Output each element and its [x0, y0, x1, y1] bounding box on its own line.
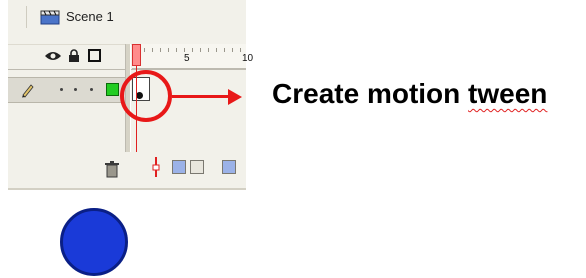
clapperboard-icon[interactable] — [40, 9, 60, 25]
ruler-tick — [208, 48, 209, 52]
pencil-icon — [22, 84, 34, 98]
visibility-dot[interactable] — [60, 88, 63, 91]
lock-icon[interactable] — [68, 49, 80, 63]
center-frame-icon[interactable] — [152, 157, 160, 177]
trash-icon[interactable] — [104, 160, 120, 178]
outline-icon[interactable] — [88, 49, 101, 62]
callout-arrow-line — [172, 95, 230, 98]
ruler-tick — [232, 48, 233, 52]
onion-skin-outlines-icon[interactable] — [190, 160, 204, 174]
scene-bar-separator — [26, 6, 27, 28]
ruler-tick — [192, 48, 193, 52]
lock-dot[interactable] — [74, 88, 77, 91]
ruler-tick — [144, 48, 145, 52]
keyframe-highlight-ring — [120, 70, 172, 122]
callout-text-main: Create motion — [272, 78, 469, 109]
ruler-label-10: 10 — [242, 53, 254, 64]
ruler-tick — [224, 48, 225, 52]
layer-color-swatch[interactable] — [106, 83, 119, 96]
blue-circle-object[interactable] — [60, 208, 128, 276]
edit-multiple-frames-icon[interactable] — [222, 160, 236, 174]
onion-skin-icon[interactable] — [172, 160, 186, 174]
callout-text: Create motion tween — [272, 78, 547, 110]
ruler-label-5: 5 — [184, 53, 190, 64]
ruler-tick — [200, 48, 201, 52]
playhead[interactable] — [132, 44, 141, 66]
eye-icon[interactable] — [44, 50, 62, 62]
ruler-tick — [184, 48, 185, 52]
ruler-tick — [152, 48, 153, 52]
callout-arrow-head — [228, 89, 242, 105]
outline-dot[interactable] — [90, 88, 93, 91]
ruler-tick — [160, 48, 161, 52]
callout-text-underlined: tween — [468, 78, 548, 109]
scene-label[interactable]: Scene 1 — [66, 9, 114, 24]
timeline-bottom-bar — [8, 152, 246, 182]
ruler-tick — [176, 48, 177, 52]
layer-row[interactable] — [8, 77, 125, 103]
scene-bar: Scene 1 — [8, 0, 246, 34]
ruler-tick — [168, 48, 169, 52]
ruler-tick — [216, 48, 217, 52]
ruler-tick — [240, 48, 241, 52]
frame-ruler[interactable]: 1 5 10 — [132, 44, 253, 69]
